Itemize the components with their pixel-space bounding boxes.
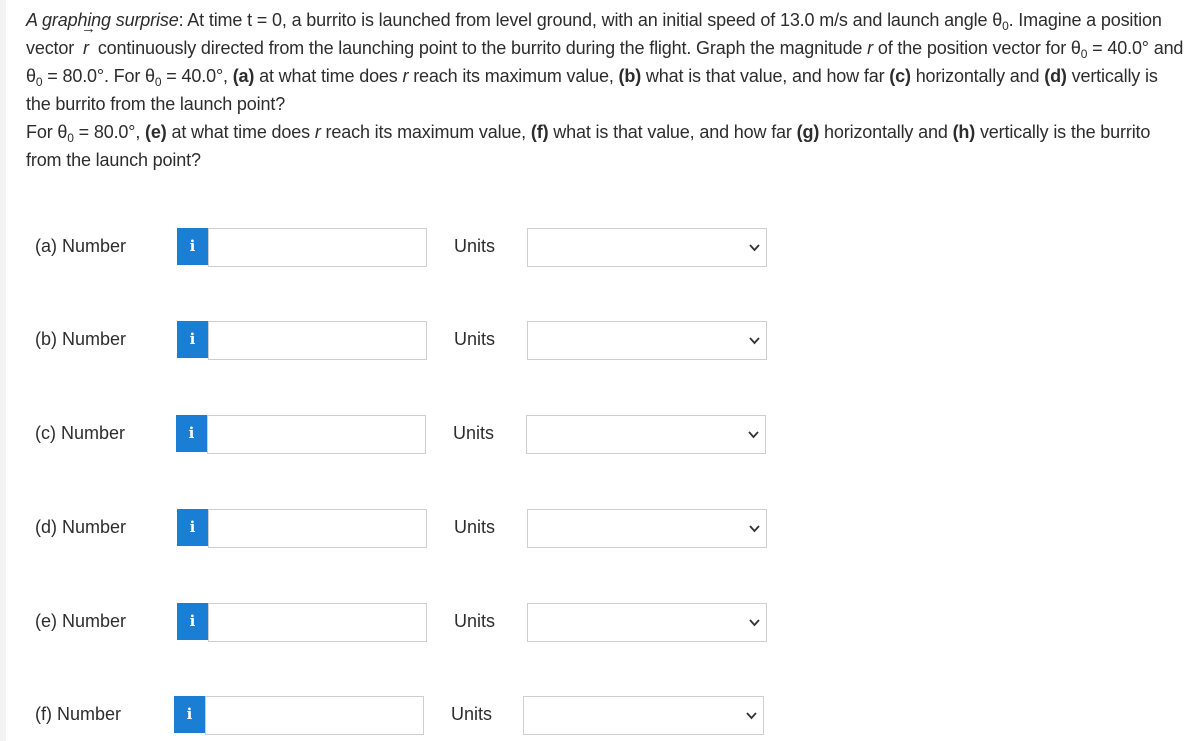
vector-arrow-icon: → <box>80 20 96 37</box>
chevron-down-icon <box>748 431 759 439</box>
chevron-down-icon <box>749 619 760 627</box>
number-input-e[interactable] <box>208 603 427 642</box>
answer-row-c: (c) Number i Units <box>0 412 800 454</box>
answer-row-d: (d) Number i Units <box>0 506 800 548</box>
units-select-e[interactable] <box>527 603 767 642</box>
problem-intro-label: A graphing surprise <box>26 10 179 30</box>
info-icon[interactable]: i <box>177 228 208 265</box>
units-label-c: Units <box>453 423 495 443</box>
number-input-b[interactable] <box>208 321 427 360</box>
number-input-d[interactable] <box>208 509 427 548</box>
units-select-d[interactable] <box>527 509 767 548</box>
chevron-down-icon <box>749 525 760 533</box>
units-label-e: Units <box>454 611 496 631</box>
answer-label-f: (f) Number <box>35 704 122 724</box>
chevron-down-icon <box>749 244 760 252</box>
number-input-f[interactable] <box>205 696 424 735</box>
info-icon[interactable]: i <box>177 321 208 358</box>
position-vector-symbol: → r <box>80 20 96 59</box>
units-label-d: Units <box>454 517 496 537</box>
answer-row-e: (e) Number i Units <box>0 600 800 642</box>
info-icon[interactable]: i <box>174 696 205 733</box>
units-label-f: Units <box>451 704 493 724</box>
answer-label-d: (d) Number <box>35 517 127 537</box>
problem-paragraph-1: A graphing surprise: At time t = 0, a bu… <box>26 10 1184 114</box>
units-label-b: Units <box>454 329 496 349</box>
answer-label-e: (e) Number <box>35 611 127 631</box>
answer-label-c: (c) Number <box>35 423 126 443</box>
number-input-a[interactable] <box>208 228 427 267</box>
units-label-a: Units <box>454 236 496 256</box>
number-input-c[interactable] <box>207 415 426 454</box>
info-icon[interactable]: i <box>176 415 207 452</box>
units-select-f[interactable] <box>523 696 764 735</box>
chevron-down-icon <box>746 712 757 720</box>
problem-paragraph-2: For θ0 = 80.0°, (e) at what time does r … <box>26 122 1151 170</box>
chevron-down-icon <box>749 337 760 345</box>
answer-row-b: (b) Number i Units <box>0 318 800 360</box>
info-icon[interactable]: i <box>177 509 208 546</box>
problem-statement: A graphing surprise: At time t = 0, a bu… <box>26 6 1186 174</box>
answer-label-b: (b) Number <box>35 329 127 349</box>
answer-label-a: (a) Number <box>35 236 127 256</box>
units-select-a[interactable] <box>527 228 767 267</box>
units-select-c[interactable] <box>526 415 766 454</box>
answer-row-a: (a) Number i Units <box>0 225 800 267</box>
answer-row-f: (f) Number i Units <box>0 693 800 735</box>
units-select-b[interactable] <box>527 321 767 360</box>
info-icon[interactable]: i <box>177 603 208 640</box>
